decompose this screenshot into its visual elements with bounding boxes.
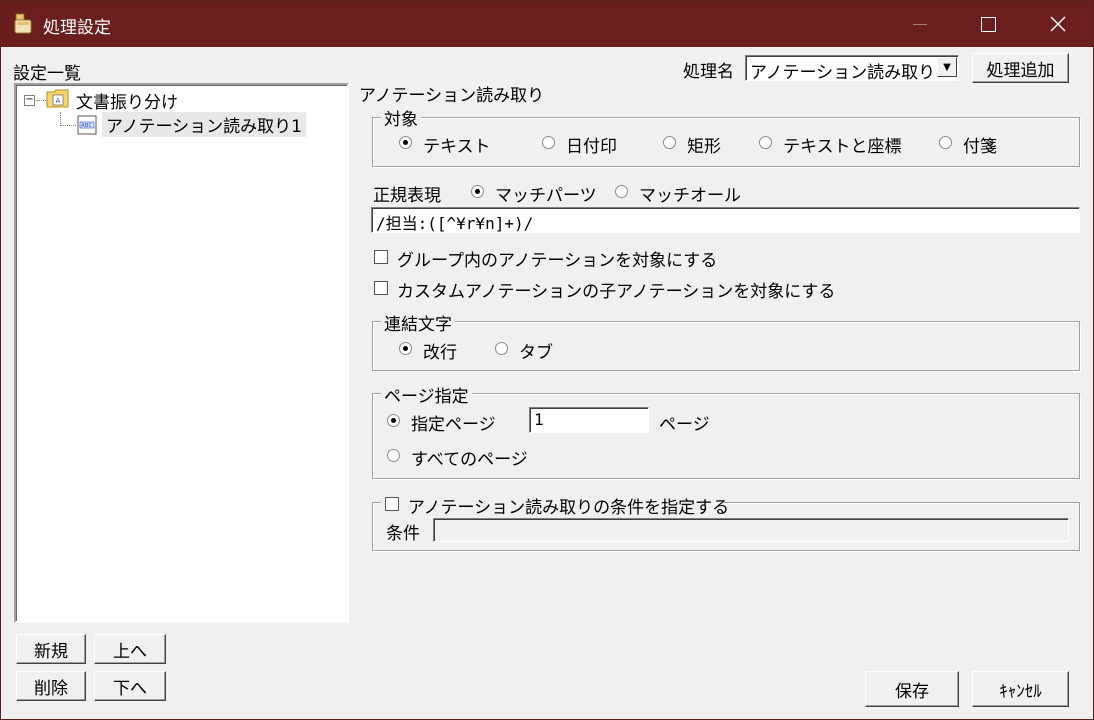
dropdown-arrow-icon[interactable]: ▼: [937, 57, 957, 77]
folder-icon: A: [46, 89, 69, 108]
tree-collapse-icon[interactable]: −: [24, 95, 35, 106]
regex-input[interactable]: /担当:([^¥r¥n]+)/: [371, 207, 1080, 233]
page-radio-specified[interactable]: [387, 414, 400, 427]
svg-text:ABC: ABC: [81, 123, 92, 129]
move-down-button[interactable]: 下へ: [94, 671, 166, 701]
tree-node-root[interactable]: 文書振り分け: [76, 88, 178, 113]
target-option-sticky-note-label: 付箋: [963, 137, 997, 157]
minimize-icon: [913, 23, 927, 25]
page-option-all-label: すべてのページ: [411, 450, 528, 470]
page-radio-all[interactable]: [387, 449, 400, 462]
maximize-button[interactable]: [965, 1, 1011, 47]
close-button[interactable]: [1035, 1, 1081, 47]
target-group-title: 対象: [381, 105, 421, 130]
add-process-button[interactable]: 処理追加: [972, 53, 1069, 83]
target-radio-sticky-note[interactable]: [939, 136, 952, 149]
condition-enable-checkbox[interactable]: [385, 497, 399, 511]
target-option-date-stamp-label: 日付印: [566, 137, 617, 157]
custom-child-annotations-label: カスタムアノテーションの子アノテーションを対象にする: [397, 282, 836, 302]
target-option-rectangle-label: 矩形: [687, 137, 721, 157]
page-number-input[interactable]: 1: [529, 407, 649, 433]
dialog-window: 処理設定 設定一覧 − A 文書振り分け ABC アノテーション読み取り1 新規…: [0, 0, 1094, 720]
target-radio-date-stamp[interactable]: [542, 136, 555, 149]
tree-connector: [60, 112, 61, 126]
tree-node-annotation-read[interactable]: アノテーション読み取り1: [102, 112, 306, 137]
window-title: 処理設定: [43, 18, 111, 38]
cancel-button[interactable]: ｷｬﾝｾﾙ: [972, 671, 1069, 707]
custom-child-annotations-checkbox[interactable]: [374, 281, 388, 295]
join-char-group: [372, 321, 1080, 371]
target-option-text-coords-label: テキストと座標: [783, 137, 902, 157]
maximize-icon: [980, 16, 996, 32]
target-radio-text[interactable]: [399, 136, 412, 149]
settings-list-heading: 設定一覧: [13, 64, 81, 84]
join-radio-newline[interactable]: [399, 342, 412, 355]
join-char-group-title: 連結文字: [381, 310, 455, 335]
new-button[interactable]: 新規: [16, 634, 86, 664]
regex-radio-match-parts[interactable]: [471, 185, 484, 198]
group-annotations-checkbox[interactable]: [374, 250, 388, 264]
page-spec-group-title: ページ指定: [381, 382, 472, 407]
move-up-button[interactable]: 上へ: [94, 634, 166, 664]
join-option-tab-label: タブ: [519, 343, 553, 363]
settings-tree[interactable]: − A 文書振り分け ABC アノテーション読み取り1: [14, 83, 349, 623]
minimize-button[interactable]: [897, 1, 943, 47]
target-radio-rectangle[interactable]: [663, 136, 676, 149]
process-name-label: 処理名: [683, 62, 734, 82]
process-name-select[interactable]: アノテーション読み取り ▼: [745, 55, 959, 83]
page-option-specified-label: 指定ページ: [411, 415, 496, 435]
section-title: アノテーション読み取り: [359, 86, 545, 106]
condition-enable-label: アノテーション読み取りの条件を指定する: [408, 498, 730, 518]
close-icon: [1050, 16, 1066, 32]
regex-option-match-parts-label: マッチパーツ: [495, 186, 597, 206]
tree-connector: [60, 125, 76, 126]
app-icon: [14, 13, 32, 34]
annotation-document-icon: ABC: [77, 115, 97, 135]
save-button[interactable]: 保存: [865, 671, 959, 707]
delete-button[interactable]: 削除: [16, 671, 86, 701]
group-annotations-label: グループ内のアノテーションを対象にする: [397, 251, 718, 271]
process-name-value: アノテーション読み取り: [750, 63, 936, 83]
condition-label: 条件: [386, 524, 420, 544]
title-bar[interactable]: 処理設定: [1, 1, 1093, 47]
join-radio-tab[interactable]: [495, 342, 508, 355]
regex-radio-match-all[interactable]: [615, 185, 628, 198]
target-option-text-label: テキスト: [423, 137, 491, 157]
regex-option-match-all-label: マッチオール: [639, 186, 741, 206]
page-unit-label: ページ: [659, 415, 710, 435]
join-option-newline-label: 改行: [423, 343, 457, 363]
svg-text:A: A: [56, 97, 61, 105]
condition-input[interactable]: [433, 518, 1069, 542]
target-radio-text-coords[interactable]: [759, 136, 772, 149]
regex-label: 正規表現: [373, 186, 441, 206]
